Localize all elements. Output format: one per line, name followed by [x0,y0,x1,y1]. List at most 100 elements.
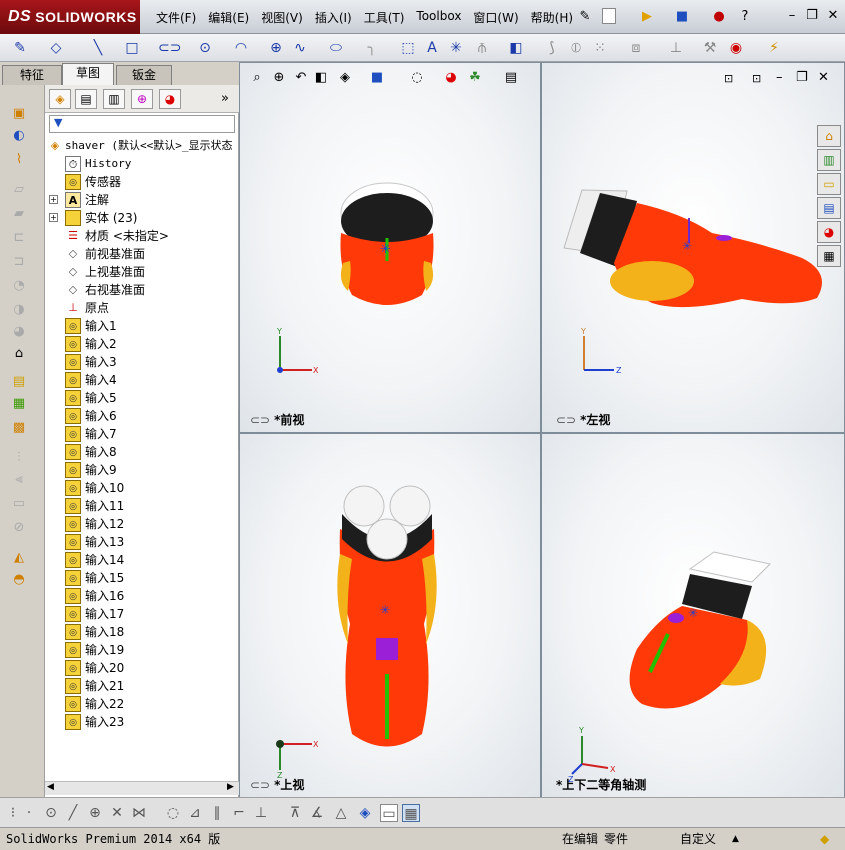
convert-icon[interactable]: ◧ [506,38,526,58]
tree-item-history[interactable]: ⏱ History [45,155,239,173]
tree-item-import[interactable]: ◎ 输入18 [45,623,239,641]
point-tool-icon[interactable]: · [20,804,38,822]
resources-icon[interactable]: ▥ [817,149,841,171]
cut-sweep-icon[interactable]: ◔ [10,277,28,295]
zoom-to-fit-icon[interactable]: ⌕ [247,68,267,88]
text-icon[interactable]: A [422,38,442,58]
folder-icon[interactable]: ▭ [817,173,841,195]
tree-item-import[interactable]: ◎ 输入20 [45,659,239,677]
hide-show-icon[interactable]: ◌ [407,68,427,88]
tree-root[interactable]: ◈ shaver (默认<<默认>_显示状态 [45,137,239,155]
reference-geometry-icon[interactable]: ◭ [10,549,28,567]
open-file-icon[interactable]: ▶ [638,8,656,26]
solidworks-logo[interactable]: DS SOLIDWORKS [0,0,140,34]
3d-view-icon[interactable]: ◈ [356,804,374,822]
tree-item-import[interactable]: ◎ 输入14 [45,551,239,569]
tree-item-import[interactable]: ◎ 输入21 [45,677,239,695]
pattern-icon[interactable]: ⁙ [590,38,610,58]
viewport-minimize-icon[interactable]: – [776,70,783,85]
dimxpert-tab-icon[interactable]: ⊕ [131,89,153,109]
triangle-tool-icon[interactable]: △ [332,804,350,822]
tree-item-import[interactable]: ◎ 输入12 [45,515,239,533]
smart-dimension-icon[interactable]: ◇ [46,38,66,58]
tab-features[interactable]: 特征 [2,65,62,85]
sweep-icon[interactable]: ⌇ [10,151,28,169]
loft-icon[interactable]: ▱ [10,181,28,199]
new-file-icon[interactable] [602,8,616,24]
tree-item-sensors[interactable]: ◎ 传感器 [45,173,239,191]
appearances-icon[interactable]: ◕ [817,221,841,243]
menu-view[interactable]: 视图(V) [255,9,309,26]
viewport-left[interactable]: ✳ Y Z ⊂⊃ *左视 [542,63,844,432]
viewport-close-icon[interactable]: ✕ [818,70,829,85]
menu-file[interactable]: 文件(F) [150,9,202,26]
tree-item-import[interactable]: ◎ 输入8 [45,443,239,461]
tree-item-import[interactable]: ◎ 输入15 [45,569,239,587]
viewport-front[interactable]: ✳ Y X ⊂⊃ *前视 [240,63,540,432]
display-manager-tab-icon[interactable]: ◕ [159,89,181,109]
spline-icon[interactable]: ∿ [290,38,310,58]
cut-boundary-icon[interactable]: ◕ [10,323,28,341]
horizontal-tool-icon[interactable]: ⌐ [230,804,248,822]
tree-item-material[interactable]: ☰ 材质 <未指定> [45,227,239,245]
tree-item-bodies[interactable]: + 实体 (23) [45,209,239,227]
tree-item-import[interactable]: ◎ 输入13 [45,533,239,551]
tab-sheetmetal[interactable]: 钣金 [116,65,172,85]
expand-chevron-icon[interactable]: » [221,91,229,106]
tree-item-import[interactable]: ◎ 输入11 [45,497,239,515]
intersect-tool-icon[interactable]: ✕ [108,804,126,822]
help-icon[interactable]: ? [736,8,754,26]
extrude-icon[interactable]: ▣ [10,105,28,123]
tree-item-import[interactable]: ◎ 输入1 [45,317,239,335]
previous-view-icon[interactable]: ↶ [291,68,311,88]
slot-icon[interactable]: ⊂⊃ [158,38,181,58]
shell-icon[interactable]: ▭ [10,495,28,513]
rebuild-icon[interactable]: ● [710,8,728,26]
polygon-icon[interactable]: ⊕ [266,38,286,58]
configuration-tab-icon[interactable]: ▥ [103,89,125,109]
rib-icon[interactable]: ⫶ [10,449,28,467]
viewport-isometric[interactable]: ✳ Y X Z *上下二等角轴测 [542,434,844,797]
tag-icon[interactable]: ◆ [820,831,829,848]
pattern-feature-icon[interactable]: ▩ [10,419,28,437]
expand-icon[interactable]: + [49,195,58,204]
scroll-right-icon[interactable]: ▶ [227,782,234,792]
tree-item-import[interactable]: ◎ 输入4 [45,371,239,389]
minimize-button[interactable]: – [783,7,801,25]
restore-button[interactable]: ❐ [803,7,821,25]
point-icon[interactable]: ✳ [446,38,466,58]
viewport-top[interactable]: ✳ Z X ⊂⊃ *上视 [240,434,540,797]
tree-item-import[interactable]: ◎ 输入2 [45,335,239,353]
draft-icon[interactable]: ⫷ [10,471,28,489]
mirror-icon[interactable]: ⦶ [566,38,586,58]
status-units[interactable]: 自定义 [680,831,716,848]
viewport-link-icon[interactable]: ⊡ [752,72,761,85]
menu-edit[interactable]: 编辑(E) [202,9,255,26]
tree-item-import[interactable]: ◎ 输入5 [45,389,239,407]
tree-item-front-plane[interactable]: ◇ 前视基准面 [45,245,239,263]
center-tool-icon[interactable]: ⊕ [86,804,104,822]
tree-item-import[interactable]: ◎ 输入19 [45,641,239,659]
parallel-tool-icon[interactable]: ∥ [208,804,226,822]
move-icon[interactable]: ⧈ [626,38,646,58]
viewport-layout-icon[interactable]: ⊡ [724,72,733,85]
circle-tool-icon[interactable]: ⊙ [42,804,60,822]
distance-tool-icon[interactable]: ⊼ [286,804,304,822]
appearance-icon[interactable]: ◕ [441,68,461,88]
offset-icon[interactable]: ⟆ [542,38,562,58]
tree-item-top-plane[interactable]: ◇ 上视基准面 [45,263,239,281]
cut-revolve-icon[interactable]: ⊐ [10,253,28,271]
arc-icon[interactable]: ◠ [231,38,251,58]
tree-item-import[interactable]: ◎ 输入7 [45,425,239,443]
angle-tool-icon[interactable]: ∡ [308,804,326,822]
single-view-icon[interactable]: ▭ [380,804,398,822]
perpendicular-tool-icon[interactable]: ⊿ [186,804,204,822]
section-view-icon[interactable]: ◧ [311,68,331,88]
relations-icon[interactable]: ⊥ [666,38,686,58]
view-orientation-icon[interactable]: ◈ [335,68,355,88]
menu-help[interactable]: 帮助(H) [525,9,579,26]
menu-insert[interactable]: 插入(I) [309,9,358,26]
tab-sketch[interactable]: 草图 [62,63,114,85]
file-explorer-icon[interactable]: ▤ [817,197,841,219]
revolve-icon[interactable]: ◐ [10,127,28,145]
